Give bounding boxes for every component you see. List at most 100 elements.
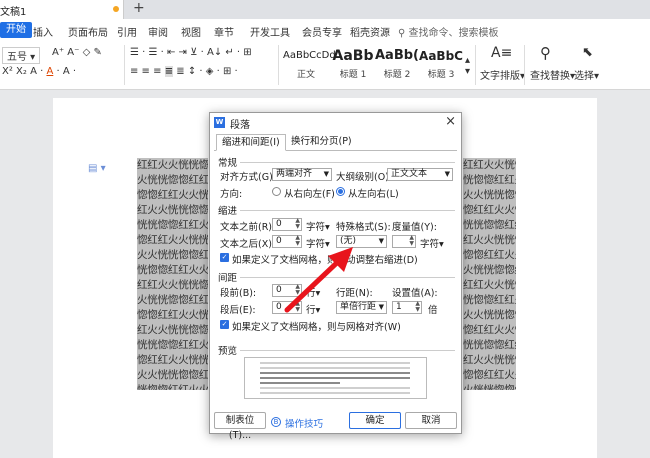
indent-after-spinner[interactable]: 0 ▲ ▼: [272, 235, 302, 248]
spinner-arrows-icon: ▲ ▼: [415, 300, 420, 313]
document-tab-title: 文稿1: [0, 7, 27, 18]
style-heading-2[interactable]: AaBb( 标题 2: [375, 45, 419, 85]
find-replace-button[interactable]: 查找替换▾: [530, 67, 575, 82]
tab-stops-button[interactable]: 制表位(T)...: [214, 412, 266, 441]
space-after-label: 段后(E):: [220, 305, 256, 316]
indent-after-unit[interactable]: 字符▾: [306, 236, 330, 250]
rtl-label: 从右向左(F): [284, 189, 335, 200]
ribbon-toolbar: 五号 ▾ A⁺ A⁻ ◇ ✎ X² X₂ A · A · A · ☰ · ☰ ·…: [0, 41, 650, 90]
dialog-title: 段落: [230, 120, 250, 131]
space-before-label: 段前(B):: [220, 288, 257, 299]
section-divider: [240, 210, 455, 211]
font-size-buttons[interactable]: A⁺ A⁻ ◇ ✎: [52, 47, 102, 58]
align-icons[interactable]: ≡ ≡ ≡ ≡ ≣ ↕ · ◈ · ⊞ ·: [130, 66, 238, 77]
ltr-label: 从左向右(L): [348, 189, 399, 200]
space-before-spinner[interactable]: 0 ▲ ▼: [272, 284, 302, 297]
setting-value-spinner[interactable]: 1 ▲ ▼: [392, 301, 422, 314]
menu-page-layout[interactable]: 页面布局: [68, 24, 108, 39]
outline-level-label: 大纲级别(O):: [336, 172, 393, 183]
line-spacing-label: 行距(N):: [336, 288, 373, 299]
space-after-spinner[interactable]: 0 ▲ ▼: [272, 301, 302, 314]
operation-tips-link[interactable]: 操作技巧: [285, 416, 323, 430]
font-size-select[interactable]: 五号 ▾: [2, 47, 41, 64]
menu-member[interactable]: 会员专享: [302, 24, 342, 39]
dialog-tab-strip: 缩进和间距(I) 换行和分页(P): [214, 134, 457, 151]
menu-insert[interactable]: 插入: [33, 24, 53, 39]
spinner-arrows-icon: ▲ ▼: [409, 234, 414, 247]
dialog-title-bar[interactable]: W 段落 ×: [210, 113, 461, 132]
cancel-button[interactable]: 取消: [405, 412, 457, 429]
style-normal[interactable]: AaBbCcDd 正文: [283, 45, 336, 85]
command-search[interactable]: ⚲ 查找命令、搜索模板: [398, 24, 499, 39]
styles-scroll-icon[interactable]: ▴ ▾: [465, 55, 470, 77]
menu-home[interactable]: 开始: [0, 22, 32, 38]
highlighted-text-right[interactable]: 红红火火恍恍 恍惚惚红红火 火火恍恍惚惚 惚红红火火恍 恍恍惚惚红红 红火火恍恍…: [463, 158, 516, 390]
ribbon-separator: [475, 45, 476, 85]
text-layout-button[interactable]: 文字排版▾: [480, 67, 525, 82]
chevron-down-icon: ▼: [444, 170, 450, 178]
paragraph-preview: [244, 357, 427, 399]
indent-before-unit[interactable]: 字符▾: [306, 219, 330, 233]
tab-indent-spacing[interactable]: 缩进和间距(I): [216, 134, 286, 151]
ribbon-separator: [524, 45, 525, 85]
ok-button[interactable]: 确定: [349, 412, 401, 429]
measure-label: 度量值(Y):: [392, 222, 437, 233]
search-icon: ⚲: [398, 28, 409, 39]
space-after-unit[interactable]: 行▾: [306, 302, 320, 316]
magnifier-icon: ⚲: [540, 44, 551, 62]
menu-chapter[interactable]: 章节: [214, 24, 234, 39]
spinner-arrows-icon: ▲ ▼: [295, 283, 300, 296]
ribbon-separator: [278, 45, 279, 85]
measure-unit[interactable]: 字符▾: [420, 236, 444, 250]
highlighted-text-left[interactable]: 红红火火恍恍惚惚红红 火恍恍惚惚红红火火恍 惚惚红红火火恍恍惚惚 红火火恍恍惚惚…: [137, 158, 208, 390]
document-marker-icon[interactable]: ▤ ▾: [88, 163, 106, 174]
setting-value-label: 设置值(A):: [392, 288, 438, 299]
setting-value-unit: 倍: [428, 305, 438, 316]
new-tab-button[interactable]: +: [133, 0, 145, 16]
indent-before-spinner[interactable]: 0 ▲ ▼: [272, 218, 302, 231]
chevron-down-icon: ▼: [323, 170, 329, 178]
wps-writer-icon: W: [214, 117, 225, 128]
indent-heading: 缩进: [218, 206, 238, 217]
text-layout-icon: A≡: [491, 45, 513, 61]
menu-developer[interactable]: 开发工具: [250, 24, 290, 39]
format-icons[interactable]: X² X₂ A · A · A ·: [2, 66, 76, 77]
special-format-label: 特殊格式(S):: [336, 222, 391, 233]
tips-icon[interactable]: B: [271, 417, 281, 427]
auto-right-indent-checkbox[interactable]: ✓: [220, 253, 229, 262]
general-heading: 常规: [218, 158, 238, 169]
list-icons[interactable]: ☰ · ☰ · ⇤ ⇥ ⊻ · A↓ ↵ · ⊞: [130, 47, 252, 58]
preview-heading: 预览: [218, 346, 238, 357]
cursor-icon: ⬉: [582, 45, 593, 60]
title-tab-bar: 文稿1 +: [0, 0, 650, 19]
direction-label: 方向:: [220, 189, 243, 200]
section-divider: [240, 350, 455, 351]
spinner-arrows-icon: ▲ ▼: [295, 217, 300, 230]
alignment-select[interactable]: 两端对齐 ▼: [272, 168, 332, 181]
alignment-label: 对齐方式(G):: [220, 172, 276, 183]
snap-to-grid-checkbox[interactable]: ✓: [220, 320, 229, 329]
menu-references[interactable]: 引用: [117, 24, 137, 39]
tab-line-page-breaks[interactable]: 换行和分页(P): [286, 134, 357, 151]
auto-right-indent-label: 如果定义了文档网格，则自动调整右缩进(D): [232, 255, 418, 266]
ltr-radio[interactable]: [336, 187, 345, 196]
paragraph-dialog: W 段落 × 缩进和间距(I) 换行和分页(P) 常规 对齐方式(G): 两端对…: [209, 112, 462, 441]
outline-level-select[interactable]: 正文文本 ▼: [387, 168, 453, 181]
document-tab[interactable]: 文稿1: [0, 0, 124, 19]
rtl-radio[interactable]: [272, 187, 281, 196]
line-spacing-select[interactable]: 单倍行距 ▼: [336, 301, 387, 314]
measure-spinner[interactable]: ▲ ▼: [392, 235, 416, 248]
menu-review[interactable]: 审阅: [148, 24, 168, 39]
spacing-heading: 间距: [218, 273, 238, 284]
close-icon[interactable]: ×: [445, 114, 456, 129]
chevron-down-icon: ▼: [378, 237, 384, 245]
menu-bar: 开始 插入 页面布局 引用 审阅 视图 章节 开发工具 会员专享 稻壳资源 ⚲ …: [0, 19, 650, 41]
select-button[interactable]: 选择▾: [574, 67, 599, 82]
space-before-unit[interactable]: 行▾: [306, 285, 320, 299]
special-format-select[interactable]: (无) ▼: [336, 235, 387, 248]
style-heading-3[interactable]: AaBbC 标题 3: [419, 45, 463, 85]
menu-view[interactable]: 视图: [181, 24, 201, 39]
unsaved-dot-icon: [113, 6, 119, 12]
style-heading-1[interactable]: AaBb 标题 1: [331, 45, 375, 85]
menu-docer[interactable]: 稻壳资源: [350, 24, 390, 39]
